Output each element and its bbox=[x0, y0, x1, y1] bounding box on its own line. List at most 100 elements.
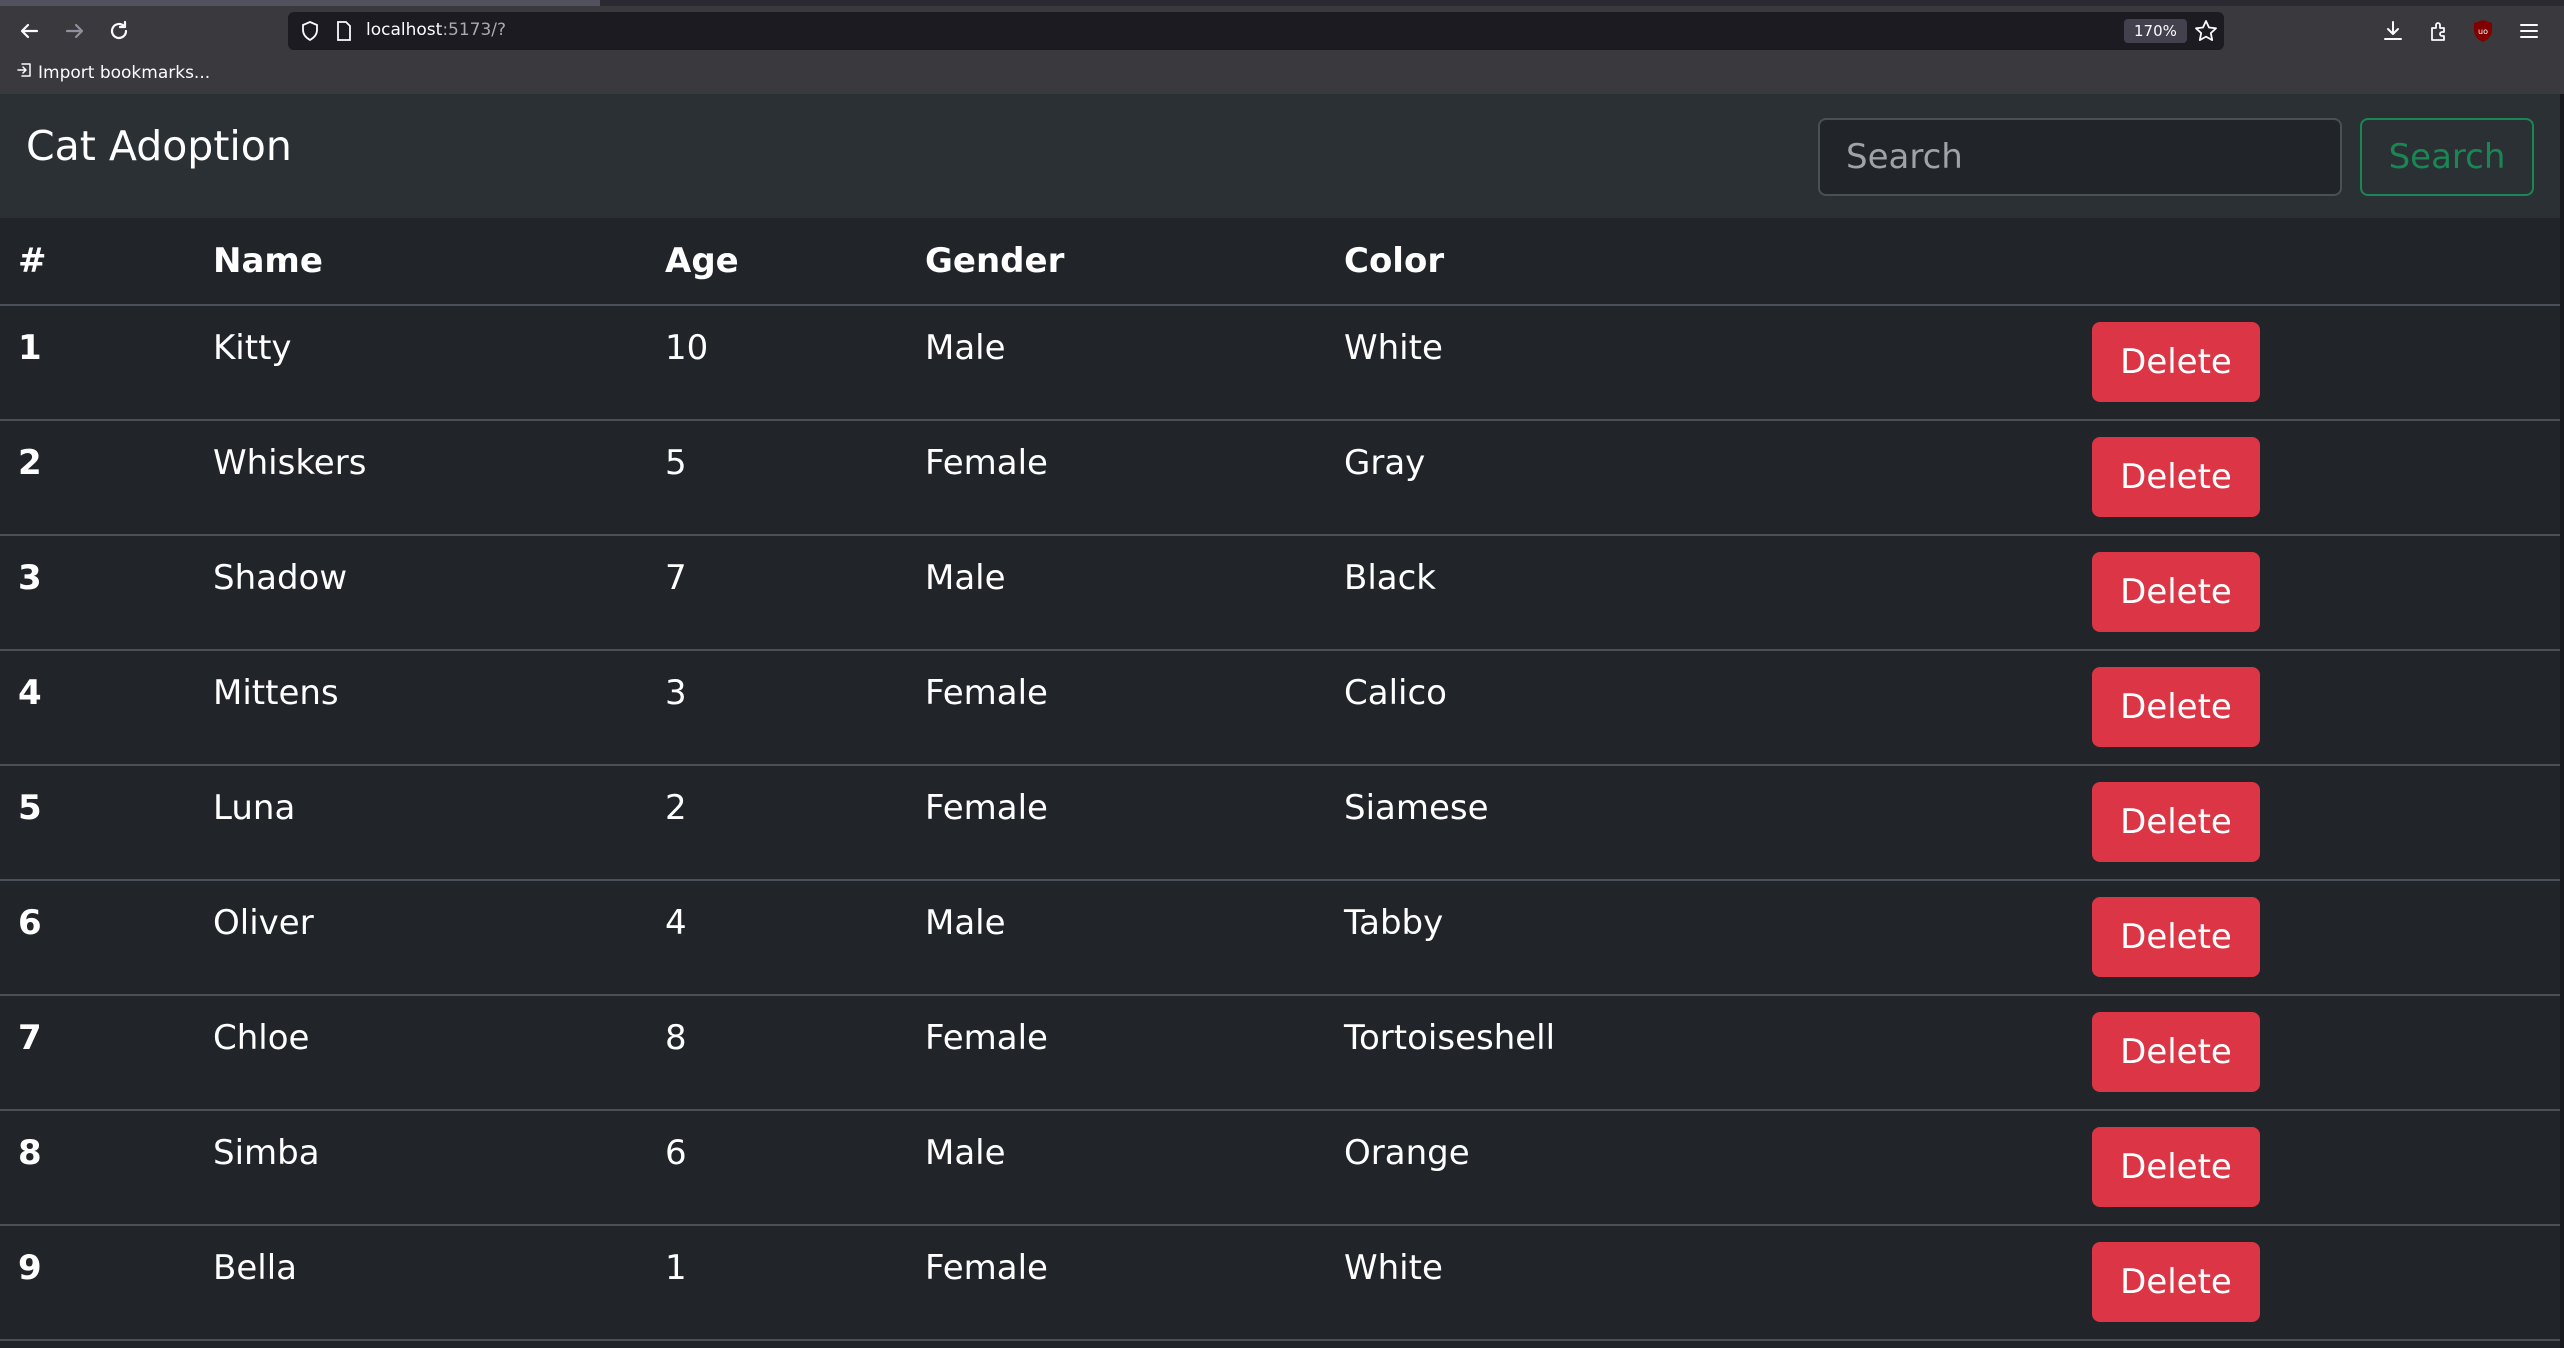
cats-table-container: # Name Age Gender Color 1 Kitty 10 Male … bbox=[0, 218, 2560, 1341]
search-input[interactable] bbox=[1818, 118, 2342, 196]
header-id: # bbox=[0, 218, 195, 306]
cell-age: 2 bbox=[647, 765, 907, 881]
table-row: 4 Mittens 3 Female Calico Delete bbox=[0, 650, 2560, 766]
ublock-icon[interactable]: uo bbox=[2466, 14, 2500, 48]
header-color: Color bbox=[1326, 218, 2074, 306]
cell-color: Black bbox=[1326, 535, 2074, 651]
delete-button[interactable]: Delete bbox=[2092, 437, 2260, 517]
cell-age: 3 bbox=[647, 650, 907, 766]
delete-button[interactable]: Delete bbox=[2092, 322, 2260, 402]
table-row: 8 Simba 6 Male Orange Delete bbox=[0, 1110, 2560, 1226]
delete-button[interactable]: Delete bbox=[2092, 897, 2260, 977]
cell-gender: Male bbox=[907, 880, 1326, 996]
cell-action: Delete bbox=[2074, 765, 2560, 881]
browser-chrome: localhost:5173/? 170% uo Import bookmark… bbox=[0, 0, 2564, 94]
header-age: Age bbox=[647, 218, 907, 306]
cell-name: Chloe bbox=[195, 995, 647, 1111]
cell-id: 9 bbox=[0, 1225, 195, 1341]
cell-color: Gray bbox=[1326, 420, 2074, 536]
cell-id: 4 bbox=[0, 650, 195, 766]
cats-table: # Name Age Gender Color 1 Kitty 10 Male … bbox=[0, 218, 2560, 1341]
bookmarks-import-item[interactable]: Import bookmarks... bbox=[16, 62, 210, 83]
reload-icon[interactable] bbox=[102, 14, 136, 48]
cell-color: Siamese bbox=[1326, 765, 2074, 881]
menu-icon[interactable] bbox=[2512, 14, 2546, 48]
cell-name: Kitty bbox=[195, 305, 647, 421]
import-icon bbox=[16, 62, 32, 83]
table-row: 1 Kitty 10 Male White Delete bbox=[0, 305, 2560, 421]
table-row: 2 Whiskers 5 Female Gray Delete bbox=[0, 420, 2560, 536]
cell-color: Tortoiseshell bbox=[1326, 995, 2074, 1111]
cell-name: Whiskers bbox=[195, 420, 647, 536]
cell-gender: Male bbox=[907, 535, 1326, 651]
cell-age: 7 bbox=[647, 535, 907, 651]
cell-age: 10 bbox=[647, 305, 907, 421]
table-row: 5 Luna 2 Female Siamese Delete bbox=[0, 765, 2560, 881]
url-bar[interactable]: localhost:5173/? 170% bbox=[288, 12, 2224, 50]
cell-action: Delete bbox=[2074, 995, 2560, 1111]
cell-age: 8 bbox=[647, 995, 907, 1111]
cell-gender: Female bbox=[907, 995, 1326, 1111]
active-tab[interactable] bbox=[0, 0, 600, 6]
tab-strip bbox=[0, 0, 2564, 6]
delete-button[interactable]: Delete bbox=[2092, 1012, 2260, 1092]
cell-color: Tabby bbox=[1326, 880, 2074, 996]
cell-action: Delete bbox=[2074, 1225, 2560, 1341]
star-icon[interactable] bbox=[2192, 17, 2220, 45]
table-row: 3 Shadow 7 Male Black Delete bbox=[0, 535, 2560, 651]
delete-button[interactable]: Delete bbox=[2092, 552, 2260, 632]
window-edge bbox=[2560, 94, 2564, 1348]
cell-name: Simba bbox=[195, 1110, 647, 1226]
delete-button[interactable]: Delete bbox=[2092, 667, 2260, 747]
delete-button[interactable]: Delete bbox=[2092, 782, 2260, 862]
cell-age: 6 bbox=[647, 1110, 907, 1226]
cell-gender: Female bbox=[907, 765, 1326, 881]
extensions-icon[interactable] bbox=[2422, 14, 2456, 48]
search-button[interactable]: Search bbox=[2360, 118, 2534, 196]
table-row: 6 Oliver 4 Male Tabby Delete bbox=[0, 880, 2560, 996]
zoom-level-badge[interactable]: 170% bbox=[2124, 19, 2187, 43]
cell-gender: Male bbox=[907, 1110, 1326, 1226]
forward-arrow-icon[interactable] bbox=[58, 14, 92, 48]
cell-id: 8 bbox=[0, 1110, 195, 1226]
table-row: 7 Chloe 8 Female Tortoiseshell Delete bbox=[0, 995, 2560, 1111]
cell-id: 1 bbox=[0, 305, 195, 421]
cell-action: Delete bbox=[2074, 420, 2560, 536]
url-path: :5173/? bbox=[442, 20, 507, 40]
table-header-row: # Name Age Gender Color bbox=[0, 218, 2560, 306]
cell-action: Delete bbox=[2074, 535, 2560, 651]
cell-action: Delete bbox=[2074, 1110, 2560, 1226]
back-arrow-icon[interactable] bbox=[12, 14, 46, 48]
cell-id: 5 bbox=[0, 765, 195, 881]
cell-name: Luna bbox=[195, 765, 647, 881]
url-text[interactable]: localhost:5173/? bbox=[366, 20, 506, 40]
cell-name: Bella bbox=[195, 1225, 647, 1341]
download-icon[interactable] bbox=[2376, 14, 2410, 48]
delete-button[interactable]: Delete bbox=[2092, 1242, 2260, 1322]
cell-name: Shadow bbox=[195, 535, 647, 651]
page-icon[interactable] bbox=[332, 19, 356, 43]
table-row: 9 Bella 1 Female White Delete bbox=[0, 1225, 2560, 1341]
cell-action: Delete bbox=[2074, 650, 2560, 766]
cell-age: 1 bbox=[647, 1225, 907, 1341]
bookmarks-import-label: Import bookmarks... bbox=[38, 62, 211, 83]
cell-gender: Male bbox=[907, 305, 1326, 421]
shield-icon[interactable] bbox=[298, 19, 322, 43]
cell-id: 3 bbox=[0, 535, 195, 651]
header-name: Name bbox=[195, 218, 647, 306]
cell-name: Mittens bbox=[195, 650, 647, 766]
delete-button[interactable]: Delete bbox=[2092, 1127, 2260, 1207]
header-gender: Gender bbox=[907, 218, 1326, 306]
url-host: localhost bbox=[366, 20, 443, 40]
app-brand[interactable]: Cat Adoption bbox=[26, 122, 292, 170]
cell-gender: Female bbox=[907, 420, 1326, 536]
cell-id: 6 bbox=[0, 880, 195, 996]
cell-age: 5 bbox=[647, 420, 907, 536]
header-actions bbox=[2074, 218, 2560, 306]
cell-color: White bbox=[1326, 305, 2074, 421]
cell-color: White bbox=[1326, 1225, 2074, 1341]
cell-action: Delete bbox=[2074, 880, 2560, 996]
cell-id: 7 bbox=[0, 995, 195, 1111]
cell-color: Orange bbox=[1326, 1110, 2074, 1226]
svg-text:uo: uo bbox=[2478, 27, 2488, 36]
